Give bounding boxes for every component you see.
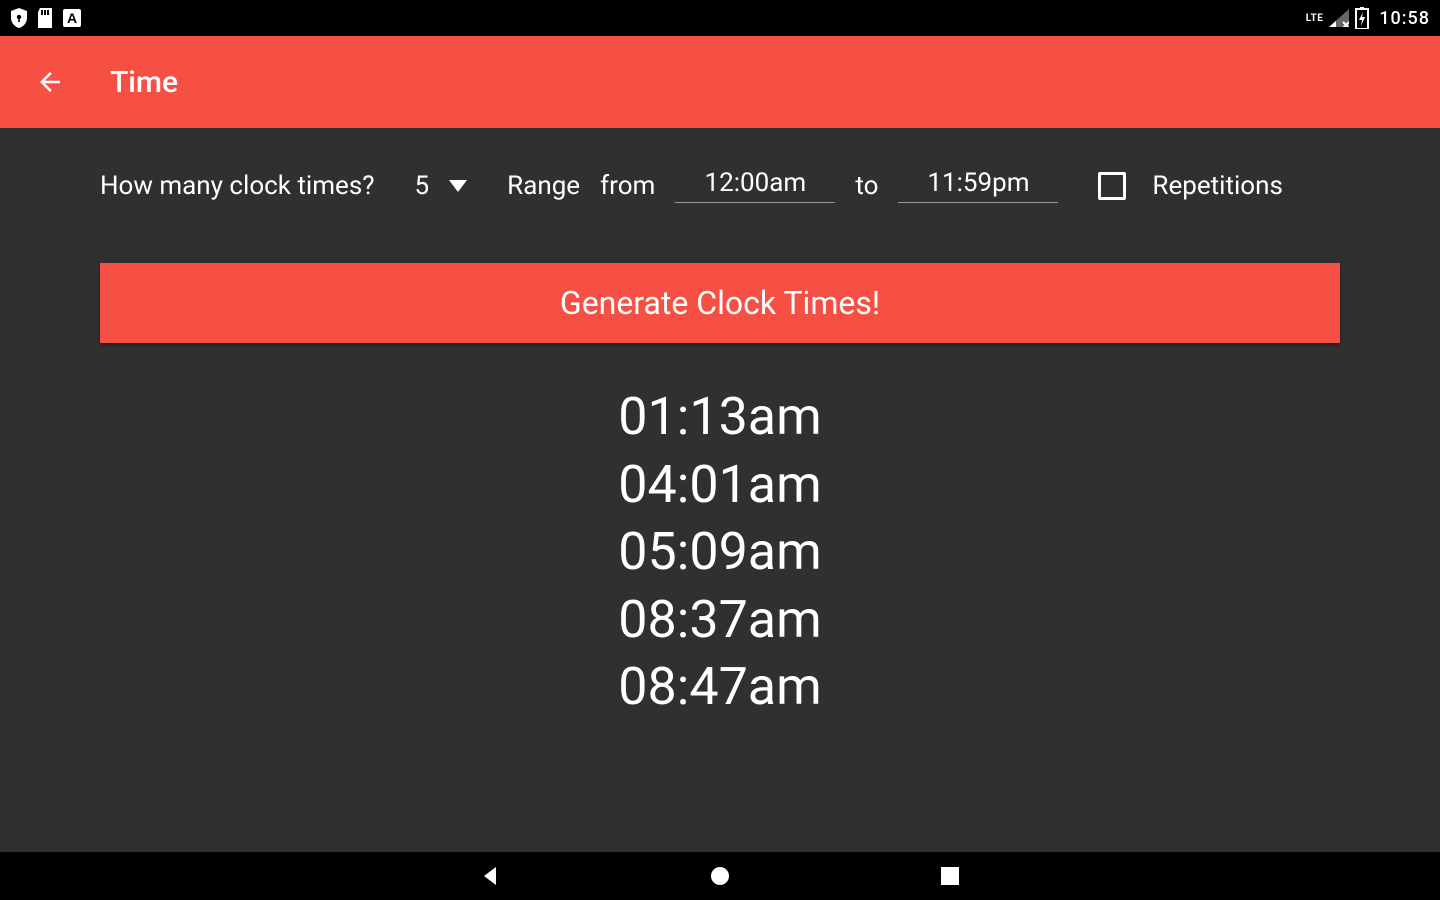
generate-button[interactable]: Generate Clock Times! bbox=[100, 263, 1340, 343]
square-recent-icon bbox=[939, 865, 961, 887]
repetitions-label: Repetitions bbox=[1152, 171, 1282, 201]
sd-card-icon bbox=[36, 8, 54, 28]
result-item: 08:47am bbox=[618, 653, 821, 721]
battery-charging-icon bbox=[1355, 7, 1369, 29]
letter-a-badge-icon: A bbox=[62, 8, 82, 28]
count-select[interactable]: 5 bbox=[415, 171, 468, 201]
nav-recent-button[interactable] bbox=[935, 861, 965, 891]
status-clock: 10:58 bbox=[1379, 8, 1430, 29]
nav-home-button[interactable] bbox=[705, 861, 735, 891]
signal-icon bbox=[1329, 9, 1349, 27]
how-many-label: How many clock times? bbox=[100, 171, 375, 201]
nav-back-button[interactable] bbox=[475, 861, 505, 891]
navigation-bar bbox=[0, 852, 1440, 900]
results-list: 01:13am 04:01am 05:09am 08:37am 08:47am bbox=[100, 383, 1340, 721]
result-item: 05:09am bbox=[618, 518, 821, 586]
repetitions-checkbox[interactable] bbox=[1098, 172, 1126, 200]
result-item: 01:13am bbox=[618, 383, 821, 451]
app-bar: Time bbox=[0, 36, 1440, 128]
range-to-input[interactable]: 11:59pm bbox=[898, 168, 1058, 203]
chevron-down-icon bbox=[449, 180, 467, 192]
status-left: A bbox=[10, 8, 82, 28]
page-title: Time bbox=[110, 65, 178, 100]
count-value: 5 bbox=[415, 171, 430, 201]
back-button[interactable] bbox=[30, 62, 70, 102]
status-right: LTE 10:58 bbox=[1306, 7, 1430, 29]
svg-text:A: A bbox=[67, 10, 77, 26]
from-label: from bbox=[600, 171, 655, 201]
status-bar: A LTE 10:58 bbox=[0, 0, 1440, 36]
result-item: 04:01am bbox=[618, 451, 821, 519]
arrow-left-icon bbox=[35, 67, 65, 97]
range-from-input[interactable]: 12:00am bbox=[675, 168, 835, 203]
circle-home-icon bbox=[708, 864, 732, 888]
triangle-back-icon bbox=[478, 864, 502, 888]
result-item: 08:37am bbox=[618, 586, 821, 654]
range-label: Range bbox=[507, 171, 580, 201]
lte-icon: LTE bbox=[1306, 13, 1324, 24]
to-label: to bbox=[855, 171, 878, 201]
controls-row: How many clock times? 5 Range from 12:00… bbox=[100, 168, 1340, 203]
shield-icon bbox=[10, 8, 28, 28]
content-area: How many clock times? 5 Range from 12:00… bbox=[0, 128, 1440, 852]
